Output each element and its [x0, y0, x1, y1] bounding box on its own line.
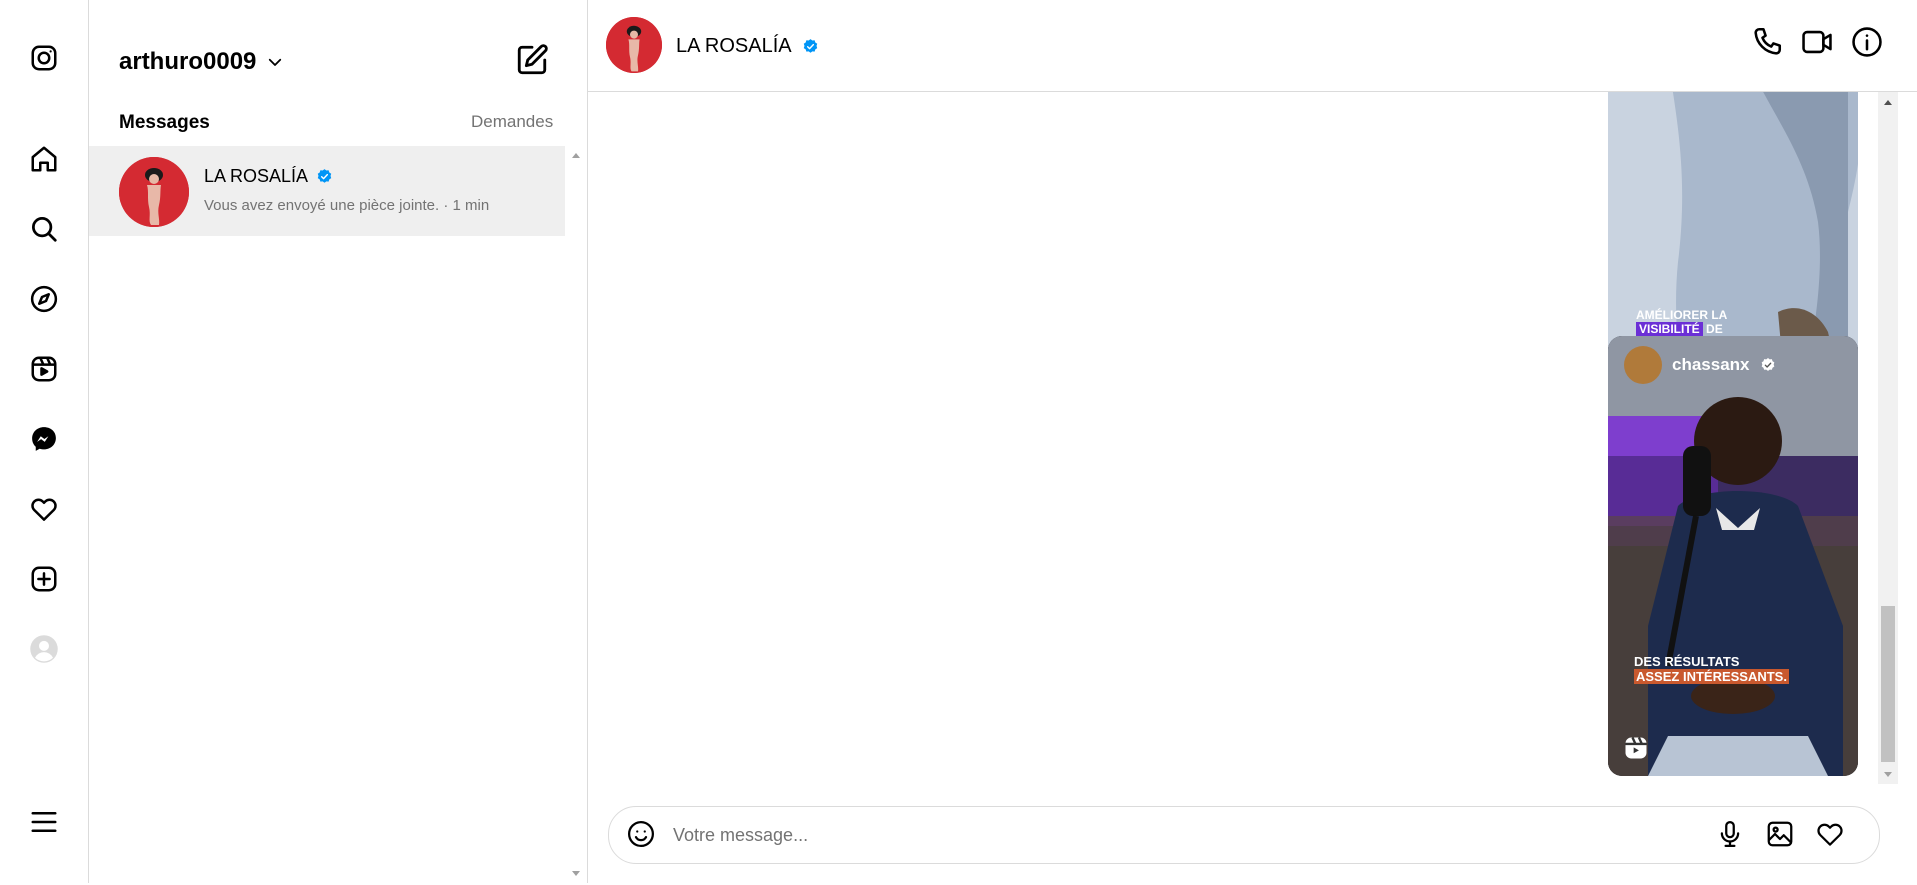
- reels-icon[interactable]: [26, 351, 62, 387]
- heart-icon[interactable]: [26, 491, 62, 527]
- messenger-icon[interactable]: [26, 421, 62, 457]
- thread-preview: Vous avez envoyé une pièce jointe. · 1 m…: [204, 197, 490, 214]
- search-icon[interactable]: [26, 211, 62, 247]
- requests-link[interactable]: Demandes: [471, 112, 553, 132]
- thread-name: LA ROSALÍA: [204, 166, 309, 186]
- chevron-down-icon: [266, 53, 284, 71]
- home-icon[interactable]: [26, 141, 62, 177]
- profile-icon[interactable]: [26, 631, 62, 667]
- video-icon[interactable]: [1800, 25, 1838, 63]
- account-switcher[interactable]: arthuro0009: [119, 48, 284, 76]
- avatar[interactable]: [606, 17, 662, 73]
- thread-name-row: LA ROSALÍA: [204, 166, 333, 187]
- image-icon[interactable]: [1765, 819, 1797, 851]
- conversation-list-panel: arthuro0009 Messages Demandes LA ROSALÍA…: [89, 0, 588, 883]
- shared-reel[interactable]: chassanx DES RÉSULTATS ASSEZ INTÉRESSANT…: [1608, 336, 1858, 776]
- emoji-icon[interactable]: [626, 819, 658, 851]
- list-scrollbar[interactable]: [565, 146, 587, 883]
- avatar: [119, 157, 189, 227]
- verified-badge-icon: [1760, 357, 1776, 373]
- scrollbar-thumb[interactable]: [1881, 606, 1895, 762]
- reel-caption-highlight: VISIBILITÉ: [1636, 322, 1703, 336]
- reel-caption-line1: DES RÉSULTATS: [1634, 654, 1740, 669]
- create-icon[interactable]: [26, 561, 62, 597]
- info-icon[interactable]: [1850, 25, 1888, 63]
- message-composer: [608, 806, 1880, 864]
- chat-header: LA ROSALÍA: [588, 0, 1917, 92]
- message-input[interactable]: [671, 819, 1675, 851]
- messages-heading: Messages: [119, 112, 210, 133]
- microphone-icon[interactable]: [1715, 819, 1747, 851]
- instagram-icon[interactable]: [26, 40, 62, 76]
- new-message-icon[interactable]: [515, 43, 549, 77]
- nav-rail: [0, 0, 89, 883]
- explore-icon[interactable]: [26, 281, 62, 317]
- menu-icon[interactable]: [26, 804, 62, 840]
- reel-author: chassanx: [1624, 346, 1776, 384]
- avatar: [1624, 346, 1662, 384]
- verified-badge-icon: [802, 38, 819, 55]
- reel-caption-line1: AMÉLIORER LA: [1636, 308, 1728, 322]
- chat-title-row[interactable]: LA ROSALÍA: [676, 35, 819, 58]
- reels-icon: [1622, 734, 1650, 762]
- reel-caption-line2: ASSEZ INTÉRESSANTS.: [1634, 669, 1789, 684]
- account-username: arthuro0009: [119, 48, 257, 75]
- thread-row[interactable]: LA ROSALÍA Vous avez envoyé une pièce jo…: [89, 146, 565, 236]
- phone-icon[interactable]: [1750, 25, 1788, 63]
- verified-badge-icon: [316, 168, 333, 185]
- heart-icon[interactable]: [1815, 819, 1847, 851]
- reel-caption-line2: DE: [1706, 322, 1723, 336]
- chat-title: LA ROSALÍA: [676, 35, 792, 57]
- reel-author-name: chassanx: [1672, 355, 1750, 374]
- message-thread[interactable]: AMÉLIORER LA VISIBILITÉ DE chassanx DES …: [588, 92, 1898, 792]
- chat-scrollbar[interactable]: [1878, 92, 1898, 784]
